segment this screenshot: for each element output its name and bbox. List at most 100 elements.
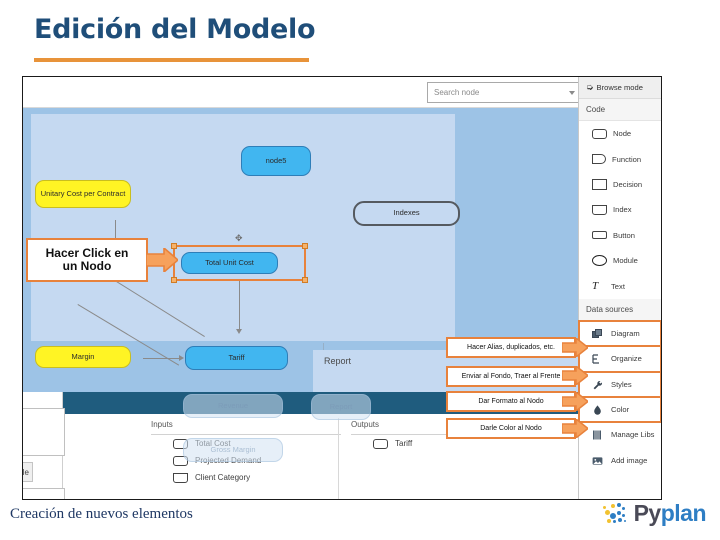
callout-arrow-z-order <box>562 366 588 385</box>
list-item[interactable]: Client Category <box>151 469 341 486</box>
sidebar-item-label: Text <box>611 281 625 291</box>
callout-text: Enviar al Fondo, Traer al Frente <box>461 372 561 380</box>
search-node-input[interactable]: Search node <box>427 82 582 103</box>
function-shape-icon <box>592 154 606 165</box>
app-toolbar: Search node <box>23 77 661 108</box>
sidebar-item-button[interactable]: Button <box>579 222 661 248</box>
callout-click-node: Hacer Click en un Nodo <box>26 238 148 282</box>
sidebar-item-add-image[interactable]: Add image <box>579 447 661 474</box>
node-label: Tariff <box>228 352 245 362</box>
resize-handle[interactable] <box>171 277 177 283</box>
node-label: Margin <box>71 351 95 361</box>
canvas-node-revenue-ghost: Revenue <box>183 394 283 418</box>
list-item-label: Client Category <box>195 473 251 482</box>
library-icon <box>592 430 605 440</box>
sidebar-item-label: Color <box>611 405 630 415</box>
callout-arrow-alias <box>562 338 588 357</box>
resize-handle[interactable] <box>302 277 308 283</box>
sidebar-item-styles[interactable]: Styles <box>578 370 661 398</box>
canvas-node-unitary-cost-per-contract[interactable]: Unitary Cost per Contract <box>35 180 131 208</box>
sidebar-group-label: Data sources <box>586 304 634 314</box>
pyplan-wordmark-plan: plan <box>660 500 707 526</box>
sidebar-item-decision[interactable]: Decision <box>579 171 661 198</box>
canvas-node-indexes[interactable]: Indexes <box>353 201 460 226</box>
sidebar-item-organize[interactable]: Organize <box>578 345 661 373</box>
image-icon <box>592 456 605 465</box>
callout-arrow-color-node <box>562 419 588 438</box>
canvas-node-node5[interactable]: node5 <box>241 146 311 176</box>
edge-total-to-tariff <box>239 281 240 331</box>
sidebar-item-label: Styles <box>611 379 632 389</box>
resize-handle[interactable] <box>302 243 308 249</box>
node-label: Unitary Cost per Contract <box>40 188 126 198</box>
arrowhead-icon <box>179 355 184 361</box>
callout-text: Dar Formato al Nodo <box>478 397 544 405</box>
sidebar-item-function[interactable]: Function <box>579 146 661 172</box>
model-canvas[interactable]: Report node5 Unitary Cost per Contract I… <box>23 108 578 499</box>
search-node-placeholder: Search node <box>434 88 480 97</box>
index-shape-icon <box>592 204 607 215</box>
node-label: Total Unit Cost <box>205 257 254 267</box>
sidebar-item-label: Function <box>612 154 642 164</box>
callout-text: Hacer Alias, duplicados, etc. <box>467 343 555 351</box>
report-zone-label: Report <box>324 356 352 366</box>
sidebar-item-label: Node <box>613 129 632 139</box>
arrowhead-icon <box>236 329 242 334</box>
canvas-node-margin[interactable]: Margin <box>35 346 131 368</box>
sidebar-item-label: Button <box>613 230 635 240</box>
decision-shape-icon <box>592 178 607 190</box>
sidebar-item-label: Browse mode <box>596 83 643 92</box>
callout-z-order: Enviar al Fondo, Traer al Frente <box>446 366 576 387</box>
node-label: Revenue <box>217 400 249 410</box>
sidebar-item-node[interactable]: Node <box>579 121 661 147</box>
sidebar-item-label: Decision <box>613 179 643 189</box>
sidebar-group-code: Code <box>579 99 661 121</box>
pyplan-wordmark-py: Py <box>633 500 662 526</box>
node-shape-icon <box>592 128 607 139</box>
callout-text-line1: Hacer Click en <box>45 245 129 260</box>
sidebar-item-label: Diagram <box>611 328 640 338</box>
canvas-node-tariff[interactable]: Tariff <box>185 346 288 370</box>
diagram-icon <box>592 328 605 338</box>
slide-footer-text: Creación de nuevos elementos <box>10 506 193 522</box>
callout-text-line2: un Nodo <box>62 259 112 273</box>
sidebar-item-manage-libs[interactable]: Manage Libs <box>579 422 661 448</box>
organize-icon <box>592 354 605 364</box>
chevron-down-icon[interactable] <box>569 90 575 95</box>
callout-color-node: Darle Color al Nodo <box>446 418 576 439</box>
callout-text: Darle Color al Nodo <box>480 424 542 432</box>
color-drop-icon <box>592 405 605 415</box>
stub-box <box>23 488 65 499</box>
page-title: Edición del Modelo <box>34 14 316 45</box>
sidebar-item-label: Module <box>613 256 638 266</box>
callout-format-node: Dar Formato al Nodo <box>446 391 576 412</box>
callout-arrow-click-node <box>146 248 178 272</box>
canvas-node-report-ghost: Report <box>311 394 371 420</box>
sidebar-group-data-sources: Data sources <box>579 298 661 321</box>
sidebar-item-diagram[interactable]: Diagram <box>578 319 661 348</box>
node-label: Report <box>329 401 353 411</box>
sidebar-item-text[interactable]: T Text <box>579 273 661 299</box>
sidebar-item-browse-mode[interactable]: ➭ Browse mode <box>579 77 661 99</box>
list-item-label: Tariff <box>395 439 413 448</box>
stub-truncated-label: le <box>23 462 33 482</box>
text-icon: T <box>592 279 599 292</box>
sidebar-group-label: Code <box>586 105 606 114</box>
sidebar-item-label: Add image <box>611 455 648 465</box>
styles-wrench-icon <box>592 380 605 390</box>
dotted-circle-icon <box>602 501 629 527</box>
index-shape-icon <box>173 472 188 483</box>
sidebar-item-label: Manage Libs <box>611 430 655 440</box>
sidebar-item-module[interactable]: Module <box>579 247 661 274</box>
module-shape-icon <box>592 255 607 267</box>
divider <box>338 418 339 499</box>
node-shape-icon <box>373 438 388 449</box>
sidebar-item-index[interactable]: Index <box>579 197 661 223</box>
canvas-node-total-unit-cost[interactable]: Total Unit Cost <box>181 252 278 274</box>
node-label: node5 <box>265 155 287 165</box>
title-underline-rule <box>34 58 309 62</box>
right-sidebar: ➭ Browse mode Code Node Function Decisio… <box>578 77 661 499</box>
sidebar-item-color[interactable]: Color <box>578 395 661 424</box>
callout-alias: Hacer Alias, duplicados, etc. <box>446 337 576 358</box>
left-edge-panel-stub: le <box>23 392 65 499</box>
